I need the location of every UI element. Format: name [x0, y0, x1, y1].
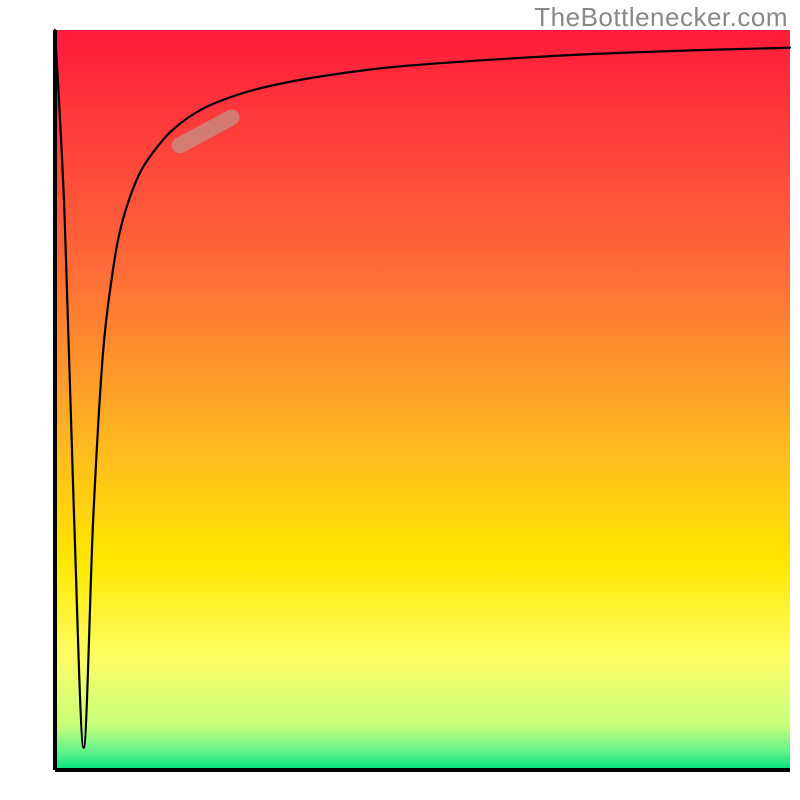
plot-background — [55, 30, 790, 770]
chart-stage: TheBottlenecker.com — [0, 0, 800, 800]
watermark-text: TheBottlenecker.com — [534, 2, 788, 33]
chart-canvas — [0, 0, 800, 800]
